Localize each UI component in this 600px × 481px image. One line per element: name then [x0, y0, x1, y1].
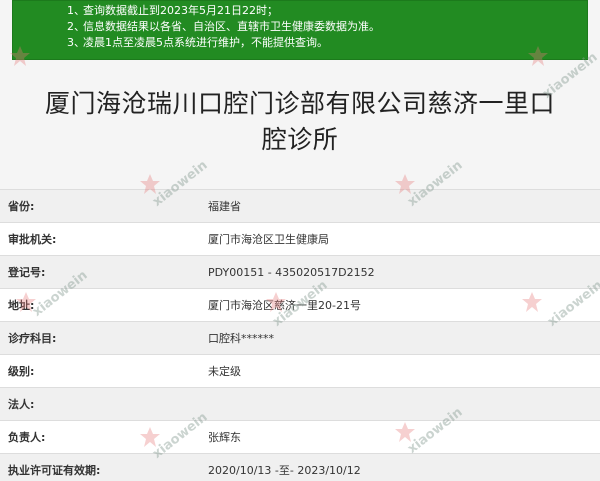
details-label: 负责人: — [8, 431, 46, 444]
details-table: 省份: 福建省 审批机关: 厦门市海沧区卫生健康局 登记号: PDY00151 … — [0, 189, 600, 481]
details-value: 厦门市海沧区慈济一里20-21号 — [208, 299, 361, 312]
notice-item-number: 1、 — [67, 4, 85, 17]
notice-item-number: 3、 — [67, 36, 85, 49]
details-label: 级别: — [8, 365, 35, 378]
notice-item-text: 信息数据结果以各省、自治区、直辖市卫生健康委数据为准。 — [83, 20, 380, 33]
details-row-level: 级别: 未定级 — [0, 354, 600, 387]
details-value: 未定级 — [208, 365, 241, 378]
details-row-departments: 诊疗科目: 口腔科****** — [0, 321, 600, 354]
details-label: 地址: — [8, 299, 35, 312]
details-value: 口腔科****** — [208, 332, 274, 345]
details-label: 执业许可证有效期: — [8, 464, 101, 477]
notice-item: 1、查询数据截止到2023年5月21日22时； — [67, 3, 587, 19]
notice-item-text: 查询数据截止到2023年5月21日22时； — [83, 4, 278, 17]
details-label: 法人: — [8, 398, 35, 411]
details-value: PDY00151 - 435020517D2152 — [208, 265, 375, 279]
notice-item: 3、凌晨1点至凌晨5点系统进行维护，不能提供查询。 — [67, 35, 587, 51]
details-value: 2020/10/13 -至- 2023/10/12 — [208, 464, 361, 477]
details-label: 登记号: — [8, 266, 46, 279]
details-value: 福建省 — [208, 200, 241, 213]
details-label: 审批机关: — [8, 233, 57, 246]
details-row-person-in-charge: 负责人: 张辉东 — [0, 420, 600, 453]
notice-banner: 1、查询数据截止到2023年5月21日22时； 2、信息数据结果以各省、自治区、… — [12, 0, 588, 60]
details-row-province: 省份: 福建省 — [0, 189, 600, 222]
notice-item: 2、信息数据结果以各省、自治区、直辖市卫生健康委数据为准。 — [67, 19, 587, 35]
details-row-legal-person: 法人: — [0, 387, 600, 420]
details-row-address: 地址: 厦门市海沧区慈济一里20-21号 — [0, 288, 600, 321]
details-label: 诊疗科目: — [8, 332, 57, 345]
page-title-line: 腔诊所 — [261, 125, 339, 154]
details-row-registration-number: 登记号: PDY00151 - 435020517D2152 — [0, 255, 600, 288]
details-label: 省份: — [8, 200, 35, 213]
notice-item-number: 2、 — [67, 20, 85, 33]
page-title: 厦门海沧瑞川口腔门诊部有限公司慈济一里口 腔诊所 — [0, 86, 600, 158]
details-value: 张辉东 — [208, 431, 241, 444]
page: 1、查询数据截止到2023年5月21日22时； 2、信息数据结果以各省、自治区、… — [0, 0, 600, 481]
notice-item-text: 凌晨1点至凌晨5点系统进行维护，不能提供查询。 — [83, 36, 328, 49]
details-row-approval-authority: 审批机关: 厦门市海沧区卫生健康局 — [0, 222, 600, 255]
page-title-line: 厦门海沧瑞川口腔门诊部有限公司慈济一里口 — [44, 89, 555, 118]
details-value: 厦门市海沧区卫生健康局 — [208, 233, 329, 246]
details-row-license-validity: 执业许可证有效期: 2020/10/13 -至- 2023/10/12 — [0, 453, 600, 481]
